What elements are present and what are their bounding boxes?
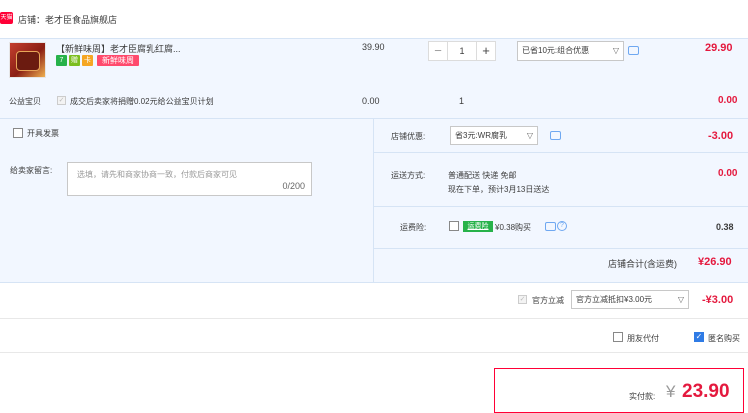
platform-discount-value: 官方立减抵扣¥3.00元 [576,295,653,304]
shop-discount-value: 省3元:WR腐乳 [455,131,507,140]
divider [0,318,748,319]
platform-discount-amount: -¥3.00 [702,294,734,306]
tmall-badge-icon: 天猫 [0,12,13,24]
product-thumbnail[interactable] [9,42,46,78]
product-tags: 7 赠 卡 新鲜味周 [56,55,139,67]
charity-price: 0.00 [362,96,380,106]
friend-pay-checkbox[interactable] [613,332,623,342]
quantity-input[interactable]: 1 [448,41,476,61]
shop-discount-label: 店铺优惠: [391,132,426,141]
shop-name-link[interactable]: 店铺：老才臣食品旗舰店 [18,13,117,26]
insurance-price-text: ¥0.38购买 [495,223,532,232]
invoice-label: 开具发票 [27,129,59,138]
shop-discount-amount: -3.00 [708,130,734,142]
memo-placeholder: 选填，请先和商家协商一致，付款后商家可见 [77,170,237,179]
chevron-down-icon: ▽ [612,46,619,55]
divider [0,352,748,353]
insurance-label: 运费险: [400,223,427,232]
item-subtotal: 29.90 [705,42,733,54]
insurance-amount: 0.38 [716,222,734,232]
chat-icon[interactable] [550,131,561,140]
shipping-amount: 0.00 [718,168,738,179]
platform-discount-label: 官方立减 [532,296,564,305]
memo-textarea[interactable]: 选填，请先和商家协商一致，付款后商家可见 0/200 [67,162,312,196]
insurance-tag[interactable]: 运费险 [463,221,493,232]
unit-price: 39.90 [362,42,385,52]
shop-discount-select[interactable]: 省3元:WR腐乳 ▽ [450,126,538,145]
promo-select-value: 已省10元:组合优惠 [522,46,590,55]
charity-label: 公益宝贝 [9,97,41,106]
card-icon[interactable]: 卡 [82,55,93,66]
product-title-link[interactable]: 【新鲜味周】老才臣腐乳红腐... [56,42,181,55]
chevron-down-icon: ▽ [677,295,684,304]
divider [374,206,748,207]
divider [374,152,748,153]
chat-icon[interactable] [628,46,639,55]
charity-text: 成交后卖家将捐赠0.02元给公益宝贝计划 [70,97,214,106]
help-icon[interactable]: ? [557,221,567,231]
shop-total-row [374,248,748,282]
memo-char-count: 0/200 [282,181,305,191]
anonymous-checkbox[interactable]: ✓ [694,332,704,342]
quantity-stepper: − 1 + [428,41,496,61]
platform-discount-checkbox: ✓ [518,295,527,304]
charity-amount: 0.00 [718,95,738,106]
shipping-eta: 现在下单，预计3月13日送达 [448,185,550,194]
memo-label: 给卖家留言: [10,166,53,175]
shipping-method: 普通配送 快递 免邮 [448,171,517,180]
gift-icon[interactable]: 赠 [69,55,80,66]
final-amount: 23.90 [682,381,730,402]
seven-day-return-icon[interactable]: 7 [56,55,67,66]
shipping-label: 运送方式: [391,171,426,180]
friend-pay-label: 朋友代付 [627,334,659,343]
quantity-plus-button[interactable]: + [476,41,496,61]
insurance-checkbox[interactable] [449,221,459,231]
promo-select[interactable]: 已省10元:组合优惠 ▽ [517,41,624,61]
charity-checkbox: ✓ [57,96,66,105]
chevron-down-icon: ▽ [526,131,533,140]
order-extras-panel [0,118,374,282]
new-promo-tag: 新鲜味周 [97,55,139,66]
anonymous-label: 匿名购买 [708,334,740,343]
currency-symbol: ¥ [666,382,676,401]
invoice-checkbox[interactable] [13,128,23,138]
shop-total-label: 店铺合计(含运费) [608,259,677,269]
chat-icon[interactable] [545,222,556,231]
quantity-minus-button[interactable]: − [428,41,448,61]
platform-discount-select[interactable]: 官方立减抵扣¥3.00元 ▽ [571,290,689,309]
shop-total-amount: ¥26.90 [698,256,732,268]
final-label: 实付款: [629,392,656,401]
charity-qty: 1 [459,96,465,106]
